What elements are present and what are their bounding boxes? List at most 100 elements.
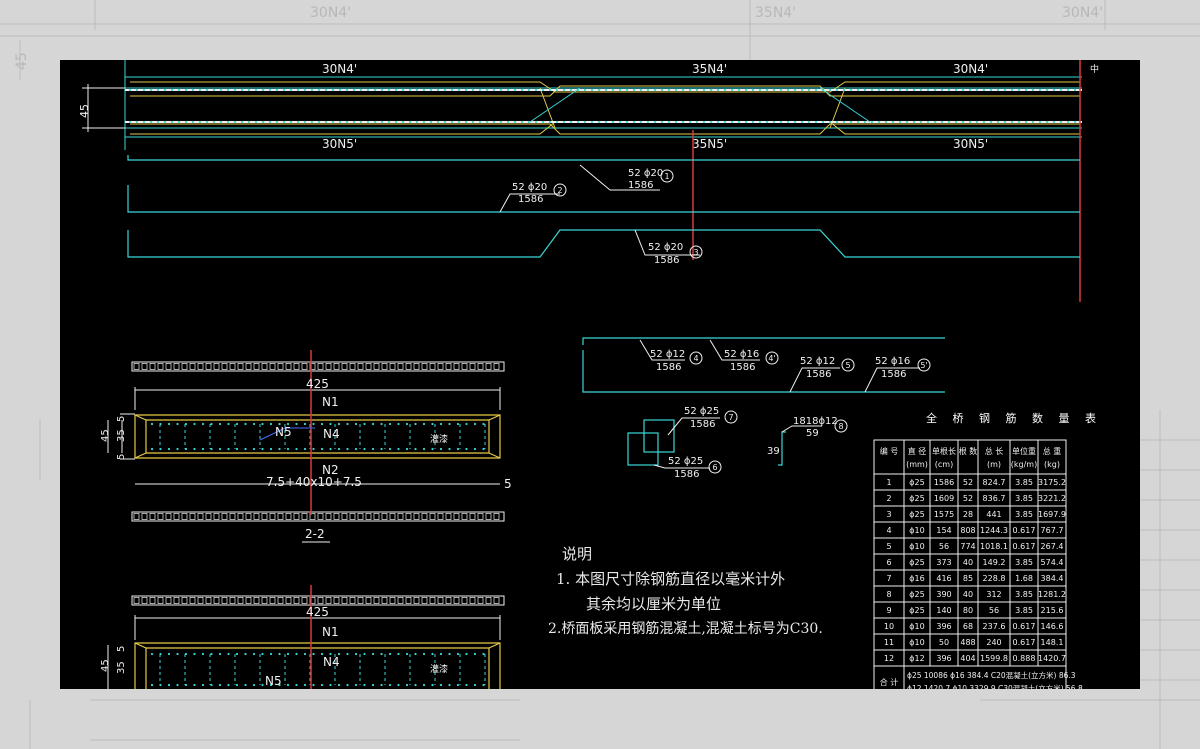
rebar-dot (492, 120, 496, 124)
rebar-dot (352, 88, 356, 92)
table-cell: 1 (886, 478, 891, 487)
rebar-dot (1010, 120, 1014, 124)
table-cell: 2 (886, 494, 891, 503)
section-rebar-dot (244, 422, 247, 426)
hatch-cell (413, 513, 420, 520)
rebar-dot (380, 88, 384, 92)
hatch-cell (133, 513, 140, 520)
hatch-cell (269, 363, 276, 370)
rebar-dot (149, 120, 153, 124)
rebar-dot (737, 120, 741, 124)
rebar-dot (296, 120, 300, 124)
bar4-length: 1586 (656, 362, 681, 373)
rebar-dot (464, 120, 468, 124)
section-rebar-dot (150, 652, 154, 656)
hatch-cell (261, 513, 268, 520)
bar1-spec: 52 ɸ20 (628, 168, 663, 179)
section-rebar-dot (167, 422, 171, 426)
section-rebar-dot (320, 683, 324, 687)
hatch-cell (293, 363, 300, 370)
hatch-cell (357, 363, 364, 370)
section-rebar-dot (456, 447, 460, 451)
section-rebar-dot (414, 652, 417, 656)
rebar-dot (870, 88, 874, 92)
table-cell: ɸ25 (909, 558, 924, 567)
rebar-dot (562, 120, 566, 124)
section-rebar-dot (261, 447, 264, 451)
table-cell: 0.617 (1013, 638, 1036, 647)
hatch-cell (381, 363, 388, 370)
section-rebar-dot (252, 652, 256, 656)
bar5p-length: 1586 (881, 369, 906, 380)
rebar-dot (142, 88, 146, 92)
rebar-dot (296, 88, 300, 92)
hatch-cell (485, 363, 492, 370)
rebar-dot (828, 88, 832, 92)
section-rebar-dot (176, 447, 179, 451)
rebar-dot (429, 88, 433, 92)
hatch-cell (469, 513, 476, 520)
n4-label-mid: 35N4' (692, 62, 727, 76)
section-n4: N4 (323, 427, 340, 441)
section-rebar-dot (210, 422, 213, 426)
rebar-dot (646, 120, 650, 124)
rebar-dot (947, 120, 951, 124)
section2-n4: N4 (323, 655, 340, 669)
rebar-dot (1045, 88, 1049, 92)
section-rebar-dot (422, 422, 426, 426)
table-total-line-2: ɸ12 1420.7 ɸ10 3329.9 C30混凝土(立方米) 56.8 (907, 683, 1083, 689)
rebar-dot (541, 88, 545, 92)
section-rebar-dot (167, 447, 171, 451)
rebar-dot (660, 120, 664, 124)
section-rebar-dot (482, 447, 485, 451)
hatch-cell (341, 513, 348, 520)
section-title: 2-2 (305, 527, 325, 541)
hatch-cell (245, 597, 252, 604)
hatch-cell (405, 363, 412, 370)
rebar-dot (926, 120, 930, 124)
rebar-dot (289, 120, 293, 124)
rebar-dot (415, 120, 419, 124)
section-rebar-dot (380, 422, 383, 426)
callout-number: 4' (768, 354, 775, 363)
section-rebar-dot (244, 652, 247, 656)
rebar-dot (275, 88, 279, 92)
section-rebar-dot (193, 652, 196, 656)
rebar-dot (1031, 88, 1035, 92)
hatch-cell (373, 513, 380, 520)
section-rebar-dot (388, 683, 392, 687)
rebar-dot (989, 120, 993, 124)
section-rebar-dot (439, 683, 443, 687)
hatch-cell (381, 513, 388, 520)
hatch-cell (389, 597, 396, 604)
hatch-cell (237, 597, 244, 604)
hatch-cell (277, 513, 284, 520)
rebar-dot (338, 120, 342, 124)
rebar-dot (1052, 88, 1056, 92)
rebar-dot (282, 88, 286, 92)
callout-number: 3 (693, 248, 698, 257)
rebar-dot (499, 88, 503, 92)
table-cell: 384.4 (1041, 574, 1064, 583)
table-cell: 0.617 (1013, 526, 1036, 535)
hatch-cell (213, 597, 220, 604)
bar-shapes-4-5: 52 ɸ12 1586 52 ɸ16 1586 52 ɸ12 1586 52 ɸ… (582, 337, 945, 393)
section-rebar-dot (176, 422, 179, 426)
section-rebar-dot (363, 422, 366, 426)
rebar-dot (744, 120, 748, 124)
callout-number: 5' (920, 361, 927, 370)
rebar-dot (471, 120, 475, 124)
table-cell: 40 (963, 558, 973, 567)
hatch-cell (293, 513, 300, 520)
hatch-cell (429, 513, 436, 520)
hatch-cell (389, 363, 396, 370)
hatch-cell (493, 597, 500, 604)
table-cell: 1281.2 (1038, 590, 1066, 599)
section-rebar-dot (312, 683, 315, 687)
table-cell: 8 (886, 590, 891, 599)
rebar-dot (135, 120, 139, 124)
rebar-dot (219, 88, 223, 92)
rebar-dot (814, 120, 818, 124)
rebar-dot (709, 88, 713, 92)
table-header: 直 径 (908, 446, 927, 456)
